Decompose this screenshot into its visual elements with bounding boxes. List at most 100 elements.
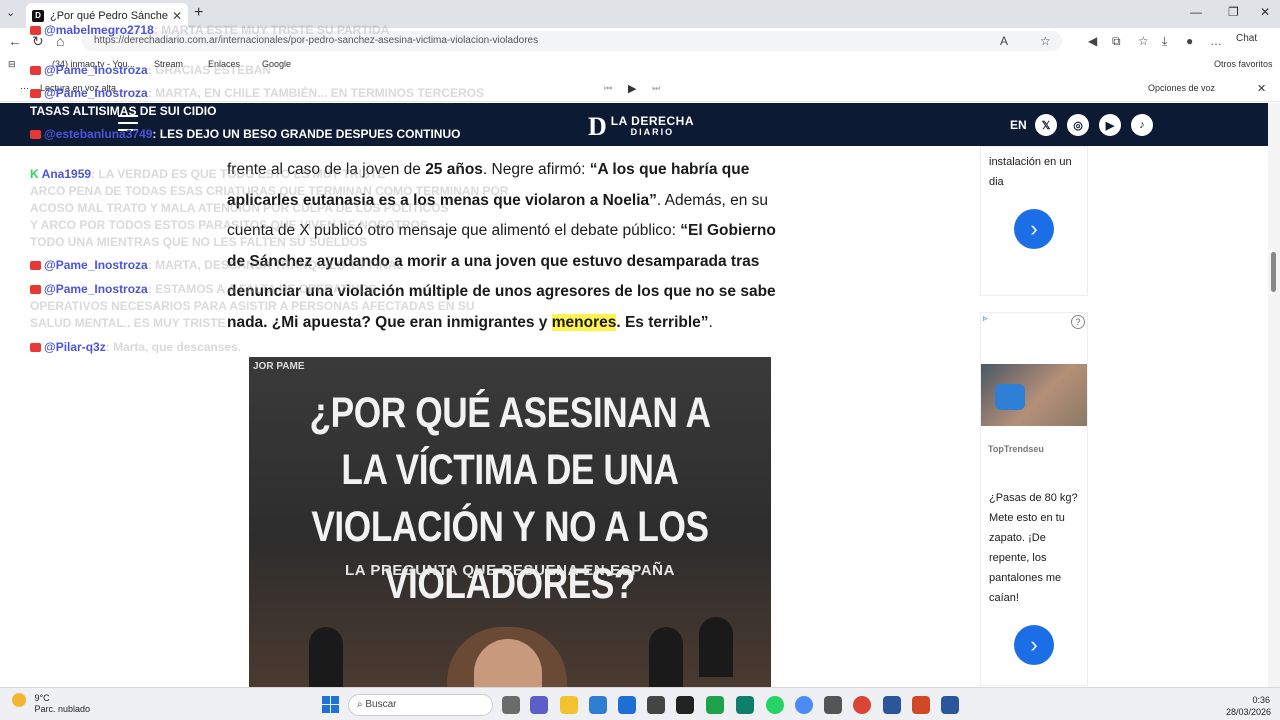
app-icon[interactable] bbox=[676, 696, 694, 714]
mail-icon[interactable] bbox=[618, 696, 636, 714]
copilot-chat-button[interactable]: Chat bbox=[1236, 33, 1257, 44]
app-icon[interactable] bbox=[824, 696, 842, 714]
task-view-icon[interactable] bbox=[502, 696, 520, 714]
article-bold: 25 años bbox=[425, 161, 483, 178]
tiktok-icon[interactable]: ♪ bbox=[1131, 114, 1153, 136]
app-icon[interactable] bbox=[647, 696, 665, 714]
youtube-icon[interactable]: ▶ bbox=[1099, 114, 1121, 136]
scrollbar-thumb[interactable] bbox=[1271, 252, 1276, 292]
favorite-star-icon[interactable]: ☆ bbox=[1040, 34, 1051, 48]
edge-icon[interactable] bbox=[736, 696, 754, 714]
clock-time: 0:36 bbox=[1252, 695, 1270, 705]
other-favorites[interactable]: Otros favoritos bbox=[1214, 59, 1273, 69]
chrome-icon[interactable] bbox=[795, 696, 813, 714]
site-favicon-icon: D bbox=[32, 9, 44, 22]
highlighted-word: menores bbox=[551, 313, 617, 331]
settings-menu-icon[interactable]: … bbox=[1210, 34, 1222, 48]
close-tab-icon[interactable]: ✕ bbox=[172, 9, 182, 23]
new-tab-icon[interactable]: + bbox=[194, 4, 203, 22]
ad-image bbox=[981, 364, 1087, 426]
play-icon[interactable]: ▶ bbox=[628, 82, 636, 95]
whatsapp-icon[interactable] bbox=[766, 696, 784, 714]
ad-text: instalación en un dia bbox=[989, 156, 1072, 188]
clock-date: 28/03/2026 bbox=[1226, 707, 1272, 717]
chat-line: @Pame_Inostroza: GRACIAS ESTEBAN bbox=[30, 63, 271, 77]
weather-temp: 9°C bbox=[34, 693, 50, 703]
chat-line: @mabelmegro2718: MARTA ESTE MUY TRISTE S… bbox=[30, 23, 389, 37]
language-switch[interactable]: EN bbox=[1010, 118, 1027, 132]
adchoices-icon[interactable]: ▹ bbox=[983, 313, 988, 324]
next-icon[interactable]: ⏭ bbox=[652, 83, 660, 94]
site-logo[interactable]: D LA DERECHA DIARIO bbox=[588, 112, 694, 142]
chat-line: @Pame_Inostroza: MARTA, DESCANSA TRANQUI… bbox=[30, 258, 404, 272]
logo-mark-icon: D bbox=[588, 112, 607, 141]
crowd-figure bbox=[309, 627, 343, 687]
favorites-icon[interactable]: ☆ bbox=[1138, 34, 1149, 48]
chrome-icon[interactable] bbox=[853, 696, 871, 714]
chat-line: @Pame_Inostroza: ESTAMOS A A FALTA DE OP… bbox=[30, 282, 377, 296]
volume-icon[interactable]: ◀ bbox=[1088, 34, 1097, 48]
tab-actions-icon[interactable]: ⌄ bbox=[6, 6, 15, 19]
logo-line1: LA DERECHA bbox=[610, 114, 695, 128]
weather-cloud-sun-icon bbox=[12, 693, 26, 707]
logo-line2: DIARIO bbox=[630, 127, 675, 137]
chat-line: K Ana1959: LA VERDAD ES QUE TODO ESTO ES … bbox=[30, 167, 386, 181]
chat-line: OPERATIVOS NECESARIOS PARA ASISTIR A PER… bbox=[30, 299, 475, 313]
profile-avatar[interactable]: ● bbox=[1186, 34, 1193, 48]
chat-line: ACOSO MAL TRATO Y MALA ATENCION POR CULP… bbox=[30, 201, 449, 215]
search-placeholder: Buscar bbox=[365, 699, 397, 710]
shoe-shape bbox=[995, 384, 1025, 410]
instagram-icon[interactable]: ◎ bbox=[1067, 114, 1089, 136]
weather-desc: Parc. nublado bbox=[34, 704, 91, 714]
page-scrollbar[interactable] bbox=[1268, 103, 1280, 687]
ad-arrow-icon[interactable]: › bbox=[1014, 209, 1054, 249]
close-window-icon[interactable]: ✕ bbox=[1260, 5, 1270, 19]
chat-line: @Pilar-q3z: Marta, que descanses. bbox=[30, 340, 241, 354]
minimize-icon[interactable]: — bbox=[1190, 5, 1202, 19]
powerpoint-icon[interactable] bbox=[912, 696, 930, 714]
taskbar-search[interactable]: ⌕ Buscar bbox=[348, 694, 493, 716]
voice-options-button[interactable]: Opciones de voz bbox=[1148, 83, 1215, 93]
back-icon[interactable]: ← bbox=[8, 33, 22, 49]
app-icon[interactable] bbox=[706, 696, 724, 714]
store-icon[interactable] bbox=[589, 696, 607, 714]
weather-widget[interactable]: 9°C Parc. nublado bbox=[12, 693, 90, 715]
chat-line: TASAS ALTISIMAS DE SUI CIDIO bbox=[30, 104, 217, 118]
extensions-icon[interactable]: ⧉ bbox=[1112, 34, 1121, 49]
windows-start-icon[interactable] bbox=[322, 696, 339, 713]
app-icon[interactable] bbox=[883, 696, 901, 714]
read-aloud-icon[interactable]: A bbox=[1000, 34, 1008, 48]
article-hero-image: JOR PAME ¿POR QUÉ ASESINAN A LA VÍCTIMA … bbox=[249, 357, 771, 687]
bookmarks-menu-icon[interactable]: ⊟ bbox=[8, 59, 16, 70]
chat-line: TODO UNA MIENTRAS QUE NO LES FALTEN SU S… bbox=[30, 235, 368, 249]
chat-line: SALUD MENTAL.. ES MUY TRISTE bbox=[30, 316, 226, 330]
previous-icon[interactable]: ⏮ bbox=[604, 83, 612, 94]
image-corner-text: JOR PAME bbox=[253, 361, 305, 372]
image-subhead: LA PREGUNTA QUE RESUENA EN ESPAÑA bbox=[344, 562, 676, 579]
word-icon[interactable] bbox=[941, 696, 959, 714]
downloads-icon[interactable]: ⤓ bbox=[1162, 34, 1167, 49]
article-text: . bbox=[708, 313, 713, 331]
article-text: . Negre afirmó: bbox=[482, 161, 590, 178]
crowd-figure bbox=[649, 627, 683, 687]
chat-line: Y ARCO POR TODOS ESTOS PARASITOS QUE VIV… bbox=[30, 218, 428, 232]
teams-icon[interactable] bbox=[530, 696, 548, 714]
tab-title: ¿Por qué Pedro Sánchez asesinó a bbox=[50, 9, 168, 22]
ad-info-icon[interactable]: ? bbox=[1071, 315, 1085, 329]
sidebar-ad-2[interactable]: ▹ ? TopTrendseu ¿Pasas de 80 kg? Mete es… bbox=[980, 312, 1088, 686]
close-read-aloud-icon[interactable]: ✕ bbox=[1257, 82, 1266, 95]
file-explorer-icon[interactable] bbox=[560, 696, 578, 714]
maximize-icon[interactable]: ❐ bbox=[1228, 5, 1239, 19]
chat-line: ARCO PENA DE TODAS ESAS CRIATURAS QUE TE… bbox=[30, 184, 509, 198]
system-clock[interactable]: 0:36 28/03/2026 bbox=[1226, 694, 1272, 718]
ad-arrow-icon[interactable]: › bbox=[1014, 625, 1054, 665]
sidebar-ad-1[interactable]: instalación en un dia › bbox=[980, 146, 1088, 296]
chat-line: @Pame_Inostroza: MARTA, EN CHILE TAMBIÉN… bbox=[30, 86, 484, 100]
quote-text: . Es terrible” bbox=[616, 313, 709, 331]
ad-text: ¿Pasas de 80 kg? Mete esto en tu zapato.… bbox=[989, 492, 1078, 604]
windows-taskbar: 9°C Parc. nublado ⌕ Buscar 0:36 28/03/20… bbox=[0, 687, 1280, 720]
x-social-icon[interactable]: 𝕏 bbox=[1035, 114, 1057, 136]
read-aloud-more-icon[interactable]: ⋯ bbox=[20, 83, 29, 94]
ad-source: TopTrendseu bbox=[988, 444, 1044, 454]
crowd-figure bbox=[699, 617, 733, 677]
